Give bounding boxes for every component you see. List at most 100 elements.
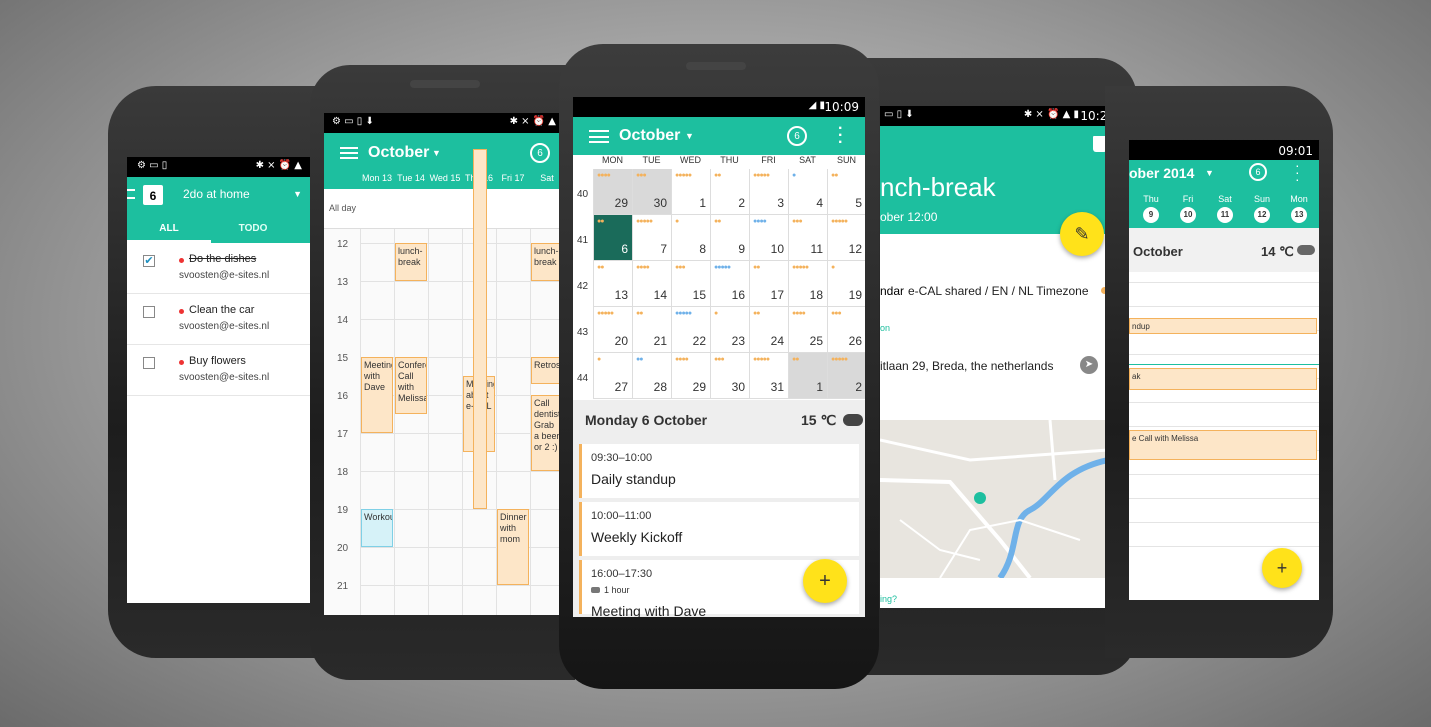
navigate-icon[interactable]: ➤ <box>1080 356 1098 374</box>
calendar-event[interactable]: Workout <box>361 509 393 547</box>
day-cell[interactable]: ●●●● 29 <box>593 169 632 215</box>
day-number-badge[interactable]: 11 <box>1217 207 1233 223</box>
day-cell[interactable]: ● 27 <box>593 353 632 399</box>
chevron-down-icon[interactable]: ▼ <box>1205 168 1214 178</box>
day-cell[interactable]: ●●●●● 22 <box>671 307 710 353</box>
day-cell[interactable]: ●●● 11 <box>788 215 827 261</box>
week-number: 40 <box>577 189 589 200</box>
list-title[interactable]: 2do at home <box>183 187 250 201</box>
day-number-badge[interactable]: 12 <box>1254 207 1270 223</box>
day-cell[interactable]: ●●●● 14 <box>632 261 671 307</box>
week-day-label[interactable]: Fri 17 <box>496 173 530 183</box>
chevron-down-icon[interactable]: ▼ <box>293 189 302 199</box>
tab-all[interactable]: ALL <box>127 223 211 234</box>
day-number: 19 <box>848 288 862 302</box>
all-day-row: All day <box>324 189 560 229</box>
day-cell[interactable]: ●● 2 <box>710 169 749 215</box>
day-cell[interactable]: ●● 9 <box>710 215 749 261</box>
more-icon[interactable]: · · · <box>1295 158 1300 186</box>
day-cell[interactable]: ●●● 30 <box>632 169 671 215</box>
day-cell[interactable]: ●●●●● 31 <box>749 353 788 399</box>
calendar-event[interactable]: lunch-break <box>395 243 427 281</box>
day-cell[interactable]: ●●●●● 12 <box>827 215 865 261</box>
task-checkbox[interactable]: ✔ <box>143 255 155 267</box>
bottom-link[interactable]: ing? <box>880 594 897 604</box>
day-cell[interactable]: ●●●● 29 <box>671 353 710 399</box>
hour-label: 18 <box>337 467 349 478</box>
chevron-down-icon[interactable]: ▼ <box>432 148 441 158</box>
calendar-event[interactable]: Meeting with Dave <box>361 357 393 433</box>
chevron-down-icon[interactable]: ▼ <box>685 131 694 141</box>
day-cell[interactable]: ●●●●● 1 <box>671 169 710 215</box>
edit-fab[interactable]: ✎ <box>1060 212 1104 256</box>
day-cell[interactable]: ●●● 30 <box>710 353 749 399</box>
week-day-label[interactable]: Mon 13 <box>360 173 394 183</box>
agenda-event[interactable]: e Call with Melissa <box>1129 430 1317 460</box>
day-cell[interactable]: ●●●●● 16 <box>710 261 749 307</box>
task-row[interactable]: Buy flowers svoosten@e-sites.nl <box>127 345 310 396</box>
day-cell[interactable]: ●● 13 <box>593 261 632 307</box>
week-day-label[interactable]: Sat <box>530 173 560 183</box>
add-fab[interactable]: + <box>1262 548 1302 588</box>
map[interactable] <box>880 420 1108 578</box>
add-fab[interactable]: + <box>803 559 847 603</box>
day-cell[interactable]: ●●●●● 18 <box>788 261 827 307</box>
day-cell[interactable]: ●●●●● 7 <box>632 215 671 261</box>
day-cell[interactable]: ●● 24 <box>749 307 788 353</box>
day-cell[interactable]: ●●●● 25 <box>788 307 827 353</box>
menu-icon[interactable] <box>127 189 135 199</box>
day-cell[interactable]: ●● 17 <box>749 261 788 307</box>
day-cell[interactable]: ●●● 15 <box>671 261 710 307</box>
status-bar: ⚙ ▭ ▯ ✱ ⨯ ⏰ ▲ <box>127 157 310 177</box>
day-number: 1 <box>816 380 823 394</box>
day-cell[interactable]: ●●●●● 3 <box>749 169 788 215</box>
day-cell[interactable]: ●● 28 <box>632 353 671 399</box>
day-cell-today[interactable]: ●● 6 <box>593 215 632 261</box>
day-number-badge[interactable]: 10 <box>1180 207 1196 223</box>
menu-icon[interactable] <box>340 147 358 159</box>
agenda-event[interactable]: ak <box>1129 368 1317 390</box>
calendar-event[interactable]: Conference Call with Melissa <box>395 357 427 414</box>
long-event-bar[interactable] <box>473 149 487 509</box>
day-cell[interactable]: ●●● 26 <box>827 307 865 353</box>
calendar-event[interactable]: Retrospective <box>531 357 560 384</box>
task-row[interactable]: ✔ Do the dishes svoosten@e-sites.nl <box>127 243 310 294</box>
task-checkbox[interactable] <box>143 306 155 318</box>
day-number-badge[interactable]: 9 <box>1143 207 1159 223</box>
agenda-item[interactable]: 10:00–11:00 Weekly Kickoff <box>579 502 859 556</box>
task-checkbox[interactable] <box>143 357 155 369</box>
calendar-event[interactable]: Dinner with mom <box>497 509 529 585</box>
calendar-event[interactable]: lunch-break <box>531 243 560 281</box>
day-cell[interactable]: ●●●●● 2 <box>827 353 865 399</box>
day-cell[interactable]: ●●●● 10 <box>749 215 788 261</box>
week-day-label[interactable]: Wed 15 <box>428 173 462 183</box>
today-button[interactable]: 6 <box>787 126 807 146</box>
day-cell[interactable]: ●●●●● 20 <box>593 307 632 353</box>
day-cell[interactable]: ● 23 <box>710 307 749 353</box>
more-icon[interactable]: · · · <box>838 121 843 151</box>
menu-icon[interactable] <box>589 130 609 143</box>
day-number: 10 <box>770 242 784 256</box>
month-title[interactable]: ober 2014 <box>1129 165 1194 181</box>
day-cell[interactable]: ●● 1 <box>788 353 827 399</box>
day-cell[interactable]: ● 8 <box>671 215 710 261</box>
tab-todo[interactable]: TODO <box>211 223 295 234</box>
today-button[interactable]: 6 <box>530 143 550 163</box>
today-button[interactable]: 6 <box>1249 163 1267 181</box>
day-number: 22 <box>692 334 706 348</box>
day-number-badge[interactable]: 13 <box>1291 207 1307 223</box>
week-day-label[interactable]: Tue 14 <box>394 173 428 183</box>
location-value[interactable]: itlaan 29, Breda, the netherlands <box>880 359 1053 373</box>
day-cell[interactable]: ●● 21 <box>632 307 671 353</box>
speaker <box>686 62 746 70</box>
month-title[interactable]: October <box>619 127 680 145</box>
day-cell[interactable]: ●● 5 <box>827 169 865 215</box>
agenda-event[interactable]: ndup <box>1129 318 1317 334</box>
agenda-item[interactable]: 09:30–10:00 Daily standup <box>579 444 859 498</box>
day-cell[interactable]: ● 19 <box>827 261 865 307</box>
month-title[interactable]: October <box>368 144 429 162</box>
calendar-event[interactable]: Call dentist Grab a beer or 2 :) <box>531 395 560 471</box>
day-cell[interactable]: ● 4 <box>788 169 827 215</box>
task-row[interactable]: Clean the car svoosten@e-sites.nl <box>127 294 310 345</box>
agenda-time: 16:00–17:30 <box>591 568 653 580</box>
